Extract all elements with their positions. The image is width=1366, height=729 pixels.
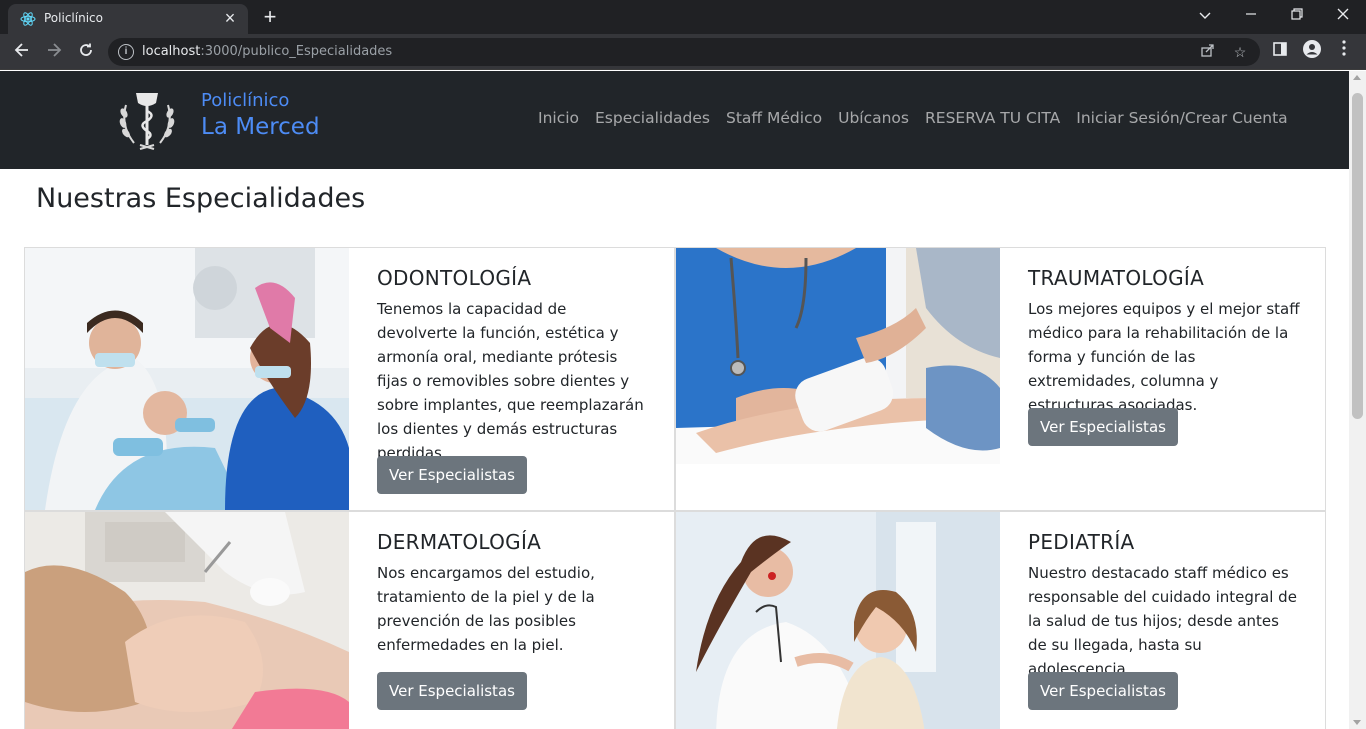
bookmark-star-icon[interactable]: ☆ bbox=[1230, 42, 1250, 62]
browser-toolbar: i localhost:3000/publico_Especialidades … bbox=[0, 34, 1366, 70]
ver-especialistas-button[interactable]: Ver Especialistas bbox=[377, 456, 527, 494]
react-icon bbox=[20, 12, 36, 26]
card-title: ODONTOLOGÍA bbox=[377, 266, 532, 290]
scroll-down-arrow-icon[interactable] bbox=[1353, 720, 1361, 725]
scroll-thumb[interactable] bbox=[1352, 93, 1363, 419]
page-scrollbar[interactable] bbox=[1349, 71, 1366, 729]
ver-especialistas-button[interactable]: Ver Especialistas bbox=[377, 672, 527, 710]
page-viewport: Policlínico La Merced Inicio Especialida… bbox=[0, 71, 1349, 729]
back-icon[interactable] bbox=[10, 40, 34, 64]
brand-name[interactable]: Policlínico La Merced bbox=[201, 90, 320, 142]
tab-title: Policlínico bbox=[44, 11, 103, 25]
card-title: TRAUMATOLOGÍA bbox=[1028, 266, 1205, 290]
card-title: PEDIATRÍA bbox=[1028, 530, 1135, 554]
minimize-icon[interactable] bbox=[1228, 0, 1274, 30]
menu-kebab-icon[interactable] bbox=[1332, 40, 1356, 64]
traumatology-photo bbox=[676, 248, 1000, 464]
browser-tab[interactable]: Policlínico × bbox=[8, 4, 248, 34]
dermatology-photo bbox=[25, 512, 349, 729]
url-text[interactable]: localhost:3000/publico_Especialidades bbox=[142, 44, 392, 59]
browser-tab-strip: Policlínico × + bbox=[0, 0, 1366, 34]
brand-line-2: La Merced bbox=[201, 114, 320, 140]
ver-especialistas-button[interactable]: Ver Especialistas bbox=[1028, 408, 1178, 446]
scroll-up-arrow-icon[interactable] bbox=[1353, 75, 1361, 80]
card-text: Nuestro destacado staff médico es respon… bbox=[1028, 564, 1297, 678]
nav-link-inicio[interactable]: Inicio bbox=[530, 109, 587, 127]
caduceus-laurel-logo-icon[interactable] bbox=[116, 87, 178, 151]
specialty-card-odontologia: ODONTOLOGÍA Tenemos la capacidad de devo… bbox=[24, 247, 675, 511]
new-tab-icon[interactable]: + bbox=[258, 5, 282, 29]
close-tab-icon[interactable]: × bbox=[220, 8, 240, 28]
card-text: Tenemos la capacidad de devolverte la fu… bbox=[377, 300, 644, 462]
site-info-icon[interactable]: i bbox=[118, 44, 134, 60]
share-icon[interactable] bbox=[1198, 42, 1218, 62]
card-text: Nos encargamos del estudio, tratamiento … bbox=[377, 564, 595, 654]
ver-especialistas-button[interactable]: Ver Especialistas bbox=[1028, 672, 1178, 710]
nav-link-reserva-cita[interactable]: RESERVA TU CITA bbox=[917, 109, 1068, 127]
tab-search-chevron-icon[interactable] bbox=[1182, 0, 1228, 30]
nav-link-especialidades[interactable]: Especialidades bbox=[587, 109, 718, 127]
card-title: DERMATOLOGÍA bbox=[377, 530, 542, 554]
pediatrics-photo bbox=[676, 512, 1000, 729]
side-panel-icon[interactable] bbox=[1268, 40, 1292, 64]
nav-link-ubicanos[interactable]: Ubícanos bbox=[830, 109, 917, 127]
card-text: Los mejores equipos y el mejor staff méd… bbox=[1028, 300, 1300, 414]
forward-icon[interactable] bbox=[42, 40, 66, 64]
specialty-card-traumatologia: TRAUMATOLOGÍA Los mejores equipos y el m… bbox=[675, 247, 1326, 511]
brand-line-1: Policlínico bbox=[201, 90, 290, 111]
specialty-card-pediatria: PEDIATRÍA Nuestro destacado staff médico… bbox=[675, 511, 1326, 729]
dentist-photo bbox=[25, 248, 349, 510]
nav-link-login[interactable]: Iniciar Sesión/Crear Cuenta bbox=[1068, 109, 1295, 127]
reload-icon[interactable] bbox=[74, 40, 98, 64]
specialty-card-dermatologia: DERMATOLOGÍA Nos encargamos del estudio,… bbox=[24, 511, 675, 729]
profile-icon[interactable] bbox=[1300, 40, 1324, 64]
address-bar[interactable]: i localhost:3000/publico_Especialidades … bbox=[108, 38, 1260, 66]
page-title: Nuestras Especialidades bbox=[36, 183, 366, 214]
close-window-icon[interactable] bbox=[1320, 0, 1366, 30]
nav-link-staff-medico[interactable]: Staff Médico bbox=[718, 109, 830, 127]
site-navbar: Policlínico La Merced Inicio Especialida… bbox=[0, 71, 1349, 169]
restore-icon[interactable] bbox=[1274, 0, 1320, 30]
nav-links: Inicio Especialidades Staff Médico Ubíca… bbox=[530, 109, 1296, 127]
